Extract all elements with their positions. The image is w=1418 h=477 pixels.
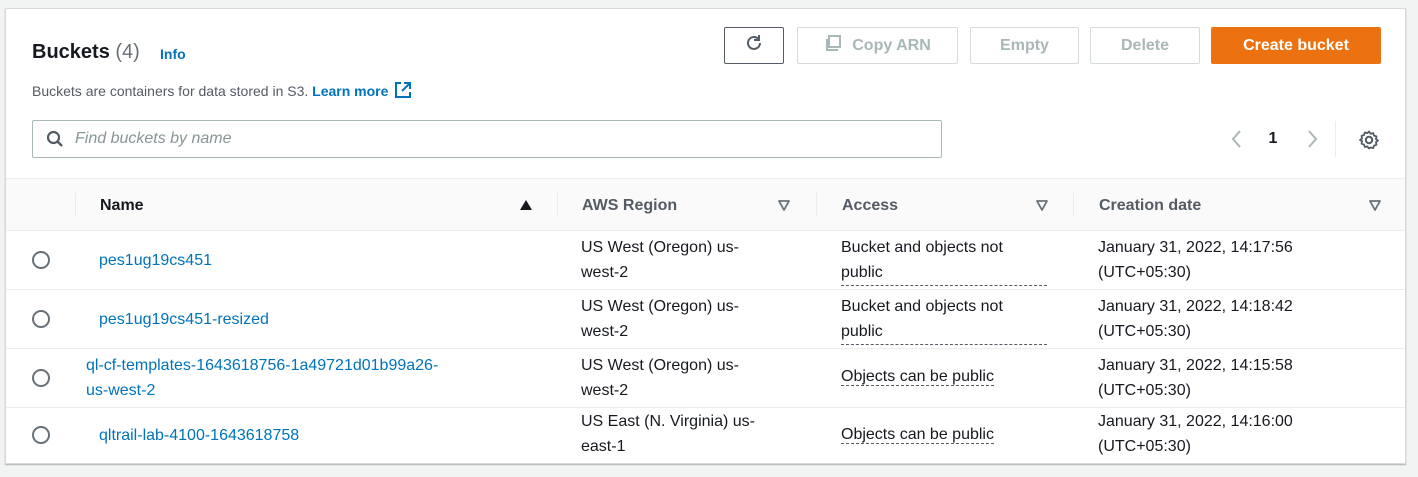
copy-arn-button[interactable]: Copy ARN [797, 27, 958, 64]
creation-date-cell: January 31, 2022, 14:17:56 (UTC+05:30) [1098, 235, 1338, 285]
external-link-icon [394, 81, 412, 103]
pager-divider [1335, 121, 1336, 157]
region-line: east-1 [581, 438, 626, 455]
region-cell: US East (N. Virginia) us- east-1 [581, 409, 781, 459]
row-select-radio[interactable] [32, 251, 50, 269]
region-line: US West (Oregon) us- [581, 298, 739, 315]
column-divider [75, 193, 76, 217]
previous-page-icon[interactable] [1228, 129, 1246, 154]
access-line: Bucket and objects not [841, 239, 1003, 256]
panel-header: Buckets (4) Info Buckets are containers … [6, 9, 1405, 179]
search-input[interactable] [75, 121, 925, 157]
column-header-region[interactable]: AWS Region [582, 179, 677, 232]
access-text: Objects can be public [841, 426, 994, 444]
region-line: west-2 [581, 382, 629, 399]
empty-button[interactable]: Empty [970, 27, 1079, 64]
learn-more-label: Learn more [312, 83, 389, 99]
table-row[interactable]: ql-cf-templates-1643618756-1a49721d01b99… [6, 349, 1405, 408]
date-line: January 31, 2022, 14:15:58 [1098, 357, 1293, 374]
region-line: west-2 [581, 264, 629, 281]
bucket-name-link[interactable]: qltrail-lab-4100-1643618758 [99, 423, 519, 448]
creation-date-cell: January 31, 2022, 14:16:00 (UTC+05:30) [1098, 409, 1338, 459]
title-text: Buckets [32, 41, 110, 63]
access-cell: Objects can be public [841, 422, 1051, 447]
bucket-name-link[interactable]: pes1ug19cs451 [99, 248, 519, 273]
access-cell: Bucket and objects not public [841, 294, 1051, 345]
row-select-radio[interactable] [32, 369, 50, 387]
column-divider [816, 193, 817, 217]
copy-icon [824, 34, 852, 57]
search-icon [46, 130, 64, 153]
date-line: January 31, 2022, 14:17:56 [1098, 239, 1293, 256]
sort-caret-icon[interactable] [777, 198, 791, 217]
table-row[interactable]: qltrail-lab-4100-1643618758 US East (N. … [6, 408, 1405, 465]
settings-gear-icon[interactable] [1358, 129, 1380, 156]
region-line: west-2 [581, 323, 629, 340]
table-row[interactable]: pes1ug19cs451 US West (Oregon) us- west-… [6, 231, 1405, 290]
timezone-line: (UTC+05:30) [1098, 382, 1191, 399]
access-cell: Bucket and objects not public [841, 235, 1051, 286]
date-line: January 31, 2022, 14:16:00 [1098, 413, 1293, 430]
region-cell: US West (Oregon) us- west-2 [581, 294, 781, 344]
region-line: US East (N. Virginia) us- [581, 413, 755, 430]
column-header-creation-date[interactable]: Creation date [1099, 179, 1201, 232]
column-header-access[interactable]: Access [842, 179, 898, 232]
buckets-panel: Buckets (4) Info Buckets are containers … [5, 8, 1406, 464]
row-select-radio[interactable] [32, 426, 50, 444]
access-line: Bucket and objects not [841, 298, 1003, 315]
bucket-name-line: us-west-2 [86, 382, 156, 399]
create-bucket-button[interactable]: Create bucket [1211, 27, 1381, 64]
copy-arn-label: Copy ARN [852, 36, 931, 54]
bucket-count: (4) [115, 41, 140, 63]
region-cell: US West (Oregon) us- west-2 [581, 235, 781, 285]
info-link[interactable]: Info [160, 46, 186, 62]
column-divider [557, 193, 558, 217]
access-cell: Objects can be public [841, 364, 1051, 389]
date-line: January 31, 2022, 14:18:42 [1098, 298, 1293, 315]
page-title: Buckets (4) [32, 40, 140, 64]
timezone-line: (UTC+05:30) [1098, 323, 1191, 340]
creation-date-cell: January 31, 2022, 14:18:42 (UTC+05:30) [1098, 294, 1338, 344]
refresh-icon [744, 33, 764, 58]
refresh-button[interactable] [724, 27, 784, 64]
timezone-line: (UTC+05:30) [1098, 438, 1191, 455]
column-divider [1073, 193, 1074, 217]
sort-ascending-icon[interactable] [519, 198, 533, 217]
access-line: public [841, 260, 1047, 286]
region-line: US West (Oregon) us- [581, 239, 739, 256]
access-text: Objects can be public [841, 368, 994, 386]
table-row[interactable]: pes1ug19cs451-resized US West (Oregon) u… [6, 290, 1405, 349]
creation-date-cell: January 31, 2022, 14:15:58 (UTC+05:30) [1098, 353, 1338, 403]
region-cell: US West (Oregon) us- west-2 [581, 353, 781, 403]
region-line: US West (Oregon) us- [581, 357, 739, 374]
learn-more-link[interactable]: Learn more [312, 82, 412, 99]
column-header-name[interactable]: Name [100, 179, 144, 232]
sort-caret-icon[interactable] [1368, 198, 1382, 217]
sort-caret-icon[interactable] [1035, 198, 1049, 217]
delete-button[interactable]: Delete [1090, 27, 1200, 64]
row-select-radio[interactable] [32, 310, 50, 328]
next-page-icon[interactable] [1303, 129, 1321, 154]
panel-description: Buckets are containers for data stored i… [32, 81, 412, 103]
description-text: Buckets are containers for data stored i… [32, 83, 309, 99]
search-box [32, 120, 942, 158]
timezone-line: (UTC+05:30) [1098, 264, 1191, 281]
bucket-name-link[interactable]: pes1ug19cs451-resized [99, 307, 519, 332]
current-page-number[interactable]: 1 [1266, 129, 1280, 149]
access-line: public [841, 319, 1047, 345]
bucket-name-line: ql-cf-templates-1643618756-1a49721d01b99… [86, 357, 439, 374]
table-header: Name AWS Region Access Creation date [6, 178, 1405, 231]
bucket-name-link[interactable]: ql-cf-templates-1643618756-1a49721d01b99… [86, 353, 506, 403]
